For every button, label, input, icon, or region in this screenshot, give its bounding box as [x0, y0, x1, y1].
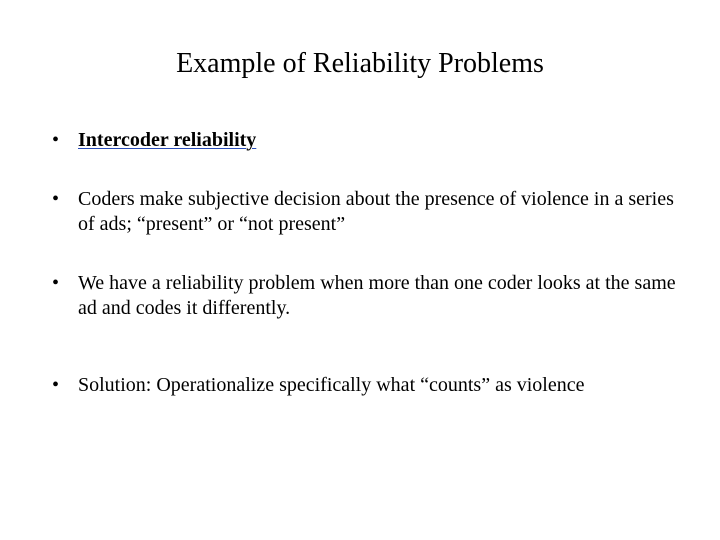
bullet-text-link: Intercoder reliability [78, 129, 256, 151]
bullet-text: We have a reliability problem when more … [78, 272, 676, 319]
list-item: Intercoder reliability [52, 128, 684, 153]
list-item: Coders make subjective decision about th… [52, 187, 684, 237]
bullet-text: Solution: Operationalize specifically wh… [78, 374, 585, 396]
list-item: We have a reliability problem when more … [52, 271, 684, 321]
bullet-list: Intercoder reliability Coders make subje… [36, 128, 684, 398]
slide-title: Example of Reliability Problems [36, 48, 684, 80]
list-item: Solution: Operationalize specifically wh… [52, 373, 684, 398]
bullet-text: Coders make subjective decision about th… [78, 188, 674, 235]
